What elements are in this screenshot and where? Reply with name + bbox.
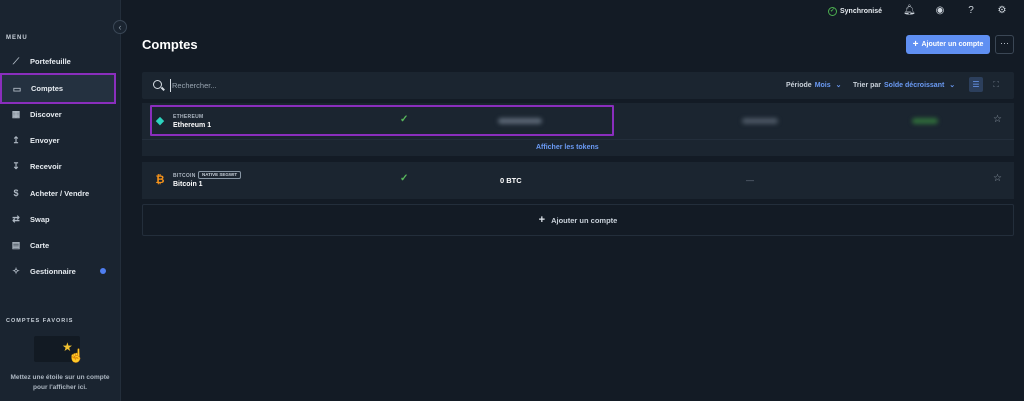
sidebar-item-label: Portefeuille (30, 56, 71, 66)
sidebar-item-label: Acheter / Vendre (30, 188, 90, 198)
sync-status[interactable]: ✓ Synchronisé (828, 7, 882, 16)
tools-icon: ✧ (12, 266, 20, 276)
sidebar-item-portefeuille[interactable]: ⟋ Portefeuille (0, 48, 116, 74)
highlight-box (150, 105, 614, 136)
eye-icon[interactable]: ◉ (934, 5, 946, 17)
sidebar-item-gestionnaire[interactable]: ✧ Gestionnaire (0, 258, 116, 284)
sort-select[interactable]: Trier par Solde décroissant ⌄ (853, 81, 955, 89)
account-ticker: BITCOIN (173, 173, 196, 179)
sidebar-item-comptes[interactable]: ▭ Comptes (0, 73, 116, 104)
sidebar-item-discover[interactable]: ▦ Discover (0, 101, 116, 127)
variation-blurred (912, 118, 938, 124)
menu-label: MENU (6, 35, 28, 41)
grid-icon: ▦ (11, 109, 21, 119)
sidebar-item-envoyer[interactable]: ↥ Envoyer (0, 127, 116, 153)
period-value: Mois (814, 82, 831, 89)
sidebar-item-label: Carte (30, 240, 50, 250)
arrow-up-icon: ↥ (12, 135, 20, 145)
wallet-icon: ▭ (12, 83, 22, 94)
star-outline-icon[interactable]: ☆ (993, 173, 1002, 184)
period-select[interactable]: Période Mois ⌄ (786, 81, 841, 89)
account-row-bitcoin[interactable]: ₿ BITCOIN NATIVE SEGWIT Bitcoin 1 ✓ 0 BT… (142, 162, 1014, 199)
add-account-label: Ajouter un compte (921, 41, 984, 48)
chart-line-icon: ⟋ (12, 56, 20, 66)
chevron-down-icon: ⌄ (949, 82, 956, 89)
account-balance: 0 BTC (500, 176, 522, 185)
card-icon: ▤ (11, 240, 21, 250)
synced-check-icon: ✓ (400, 173, 409, 184)
show-tokens-link[interactable]: Afficher les tokens (536, 144, 599, 151)
favorites-label: COMPTES FAVORIS (6, 318, 74, 324)
account-name: Bitcoin 1 (173, 181, 203, 188)
dollar-icon: $ (13, 188, 19, 198)
countervalue: — (746, 176, 754, 185)
help-icon[interactable]: ? (965, 5, 977, 17)
sidebar-item-recevoir[interactable]: ↧ Recevoir (0, 153, 116, 179)
sidebar-item-label: Recevoir (30, 161, 62, 171)
filter-bar: PériodeMois ⌄ Trier parSolde décroissant… (142, 72, 1014, 99)
derivation-badge: NATIVE SEGWIT (198, 171, 242, 179)
bitcoin-icon: ₿ (155, 174, 165, 186)
star-outline-icon[interactable]: ☆ (993, 114, 1002, 125)
add-account-button[interactable]: + Ajouter un compte (906, 35, 990, 54)
list-view-button[interactable]: ☰ (969, 77, 983, 92)
plus-icon: + (912, 39, 919, 50)
search-input[interactable] (170, 79, 370, 92)
page-title: Comptes (142, 37, 198, 52)
show-tokens-row: Afficher les tokens (142, 139, 1014, 156)
sidebar-item-label: Swap (30, 214, 50, 224)
favorites-hint: Mettez une étoile sur un compte pour l'a… (10, 374, 110, 391)
sync-status-label: Synchronisé (840, 8, 883, 15)
grid-view-button[interactable]: ⛶ (989, 77, 1003, 92)
gear-icon[interactable]: ⚙ (996, 5, 1008, 17)
swap-icon: ⇄ (12, 214, 20, 224)
sort-label: Trier par (853, 82, 882, 89)
sidebar-item-swap[interactable]: ⇄ Swap (0, 206, 116, 232)
sidebar-item-label: Gestionnaire (30, 266, 76, 276)
sidebar-item-label: Envoyer (30, 135, 60, 145)
chevron-down-icon: ⌄ (835, 82, 842, 89)
sidebar: MENU ⟋ Portefeuille ▭ Comptes ▦ Discover… (0, 0, 121, 401)
pointer-hand-icon: ☝ (68, 348, 85, 363)
sidebar-item-carte[interactable]: ▤ Carte (0, 232, 116, 258)
plus-icon: + (538, 214, 546, 226)
search-icon (153, 80, 162, 89)
add-account-row-label: Ajouter un compte (551, 215, 618, 225)
sidebar-item-label: Comptes (31, 84, 64, 93)
add-account-row[interactable]: + Ajouter un compte (142, 204, 1014, 236)
more-options-button[interactable]: ··· (995, 35, 1014, 54)
sidebar-item-acheter-vendre[interactable]: $ Acheter / Vendre (0, 180, 116, 206)
sort-value: Solde décroissant (884, 82, 945, 89)
period-label: Période (786, 82, 812, 89)
check-circle-icon: ✓ (828, 7, 837, 16)
arrow-down-icon: ↧ (12, 161, 20, 171)
collapse-sidebar-button[interactable]: ‹ (113, 20, 127, 34)
countervalue-blurred (742, 118, 778, 124)
bell-icon[interactable]: 🔔︎ (903, 5, 916, 17)
sidebar-item-label: Discover (30, 109, 62, 119)
notification-dot (100, 268, 106, 274)
